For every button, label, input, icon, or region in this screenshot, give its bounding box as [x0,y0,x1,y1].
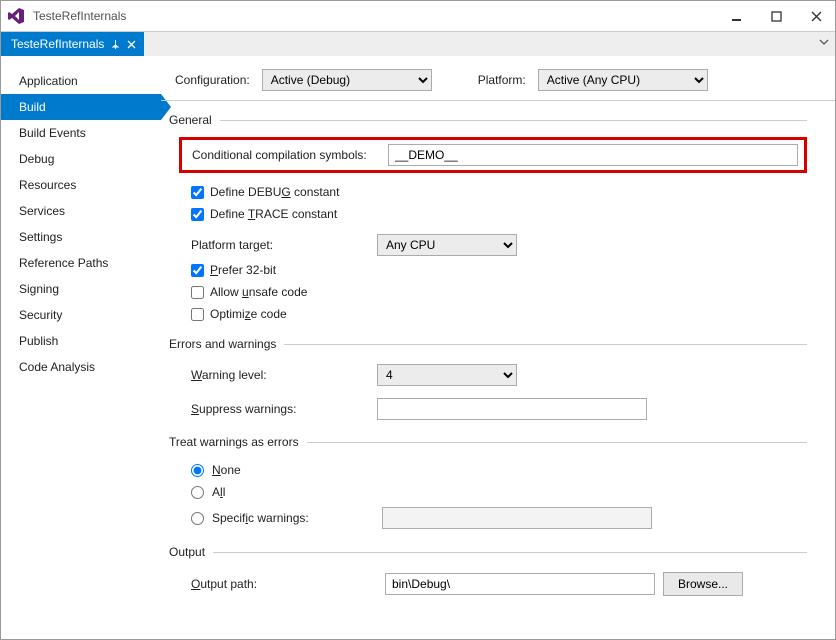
treat-none-radio[interactable] [191,464,204,477]
define-trace-label: Define TRACE constant [210,207,337,221]
build-page: Configuration: Active (Debug) Platform: … [161,56,835,639]
define-debug-checkbox[interactable] [191,186,204,199]
warning-level-select[interactable]: 4 [377,364,517,386]
treat-all-label: All [212,485,225,499]
tab-label: TesteRefInternals [11,37,104,51]
document-tab-strip: TesteRefInternals [1,31,835,56]
sidebar-item-build[interactable]: Build [1,94,161,120]
output-path-label: Output path: [191,577,377,591]
configuration-label: Configuration: [175,73,250,87]
browse-button[interactable]: Browse... [663,572,743,596]
close-button[interactable] [803,6,829,26]
sidebar-item-reference-paths[interactable]: Reference Paths [1,250,161,276]
divider [284,344,807,345]
treat-specific-input [382,507,652,529]
conditional-symbols-highlight: Conditional compilation symbols: [179,137,807,173]
platform-target-label: Platform target: [191,238,377,252]
property-pages-sidebar: Application Build Build Events Debug Res… [1,56,161,639]
suppress-warnings-label: Suppress warnings: [191,402,377,416]
tab-project-properties[interactable]: TesteRefInternals [1,32,144,56]
output-path-input[interactable] [385,573,655,595]
divider [220,120,807,121]
warning-level-label: Warning level: [191,368,377,382]
window-title: TesteRefInternals [33,9,126,23]
sidebar-item-code-analysis[interactable]: Code Analysis [1,354,161,380]
close-tab-icon[interactable] [126,39,136,49]
section-errors: Errors and warnings [169,337,276,351]
sidebar-item-debug[interactable]: Debug [1,146,161,172]
allow-unsafe-checkbox[interactable] [191,286,204,299]
divider [213,552,807,553]
allow-unsafe-label: Allow unsafe code [210,285,307,299]
optimize-code-label: Optimize code [210,307,287,321]
tab-overflow-icon[interactable] [819,36,829,50]
section-general: General [169,113,212,127]
configuration-select[interactable]: Active (Debug) [262,69,432,91]
prefer-32bit-checkbox[interactable] [191,264,204,277]
sidebar-item-security[interactable]: Security [1,302,161,328]
define-trace-checkbox[interactable] [191,208,204,221]
conditional-symbols-label: Conditional compilation symbols: [192,148,388,162]
treat-specific-label: Specific warnings: [212,511,374,525]
section-output: Output [169,545,205,559]
build-scroll-area[interactable]: General Conditional compilation symbols:… [161,100,835,639]
sidebar-item-resources[interactable]: Resources [1,172,161,198]
treat-specific-radio[interactable] [191,512,204,525]
section-treat: Treat warnings as errors [169,435,299,449]
minimize-button[interactable] [723,6,749,26]
treat-all-radio[interactable] [191,486,204,499]
sidebar-item-publish[interactable]: Publish [1,328,161,354]
maximize-button[interactable] [763,6,789,26]
treat-none-label: None [212,463,241,477]
platform-target-select[interactable]: Any CPU [377,234,517,256]
prefer-32bit-label: Prefer 32-bit [210,263,276,277]
conditional-symbols-input[interactable] [388,144,798,166]
sidebar-item-build-events[interactable]: Build Events [1,120,161,146]
vs-logo-icon [7,7,25,25]
divider [307,442,807,443]
optimize-code-checkbox[interactable] [191,308,204,321]
sidebar-item-signing[interactable]: Signing [1,276,161,302]
title-bar: TesteRefInternals [1,1,835,31]
platform-select[interactable]: Active (Any CPU) [538,69,708,91]
suppress-warnings-input[interactable] [377,398,647,420]
define-debug-label: Define DEBUG constant [210,185,339,199]
pin-icon[interactable] [110,39,120,49]
sidebar-item-services[interactable]: Services [1,198,161,224]
sidebar-item-application[interactable]: Application [1,68,161,94]
platform-label: Platform: [478,73,526,87]
sidebar-item-settings[interactable]: Settings [1,224,161,250]
